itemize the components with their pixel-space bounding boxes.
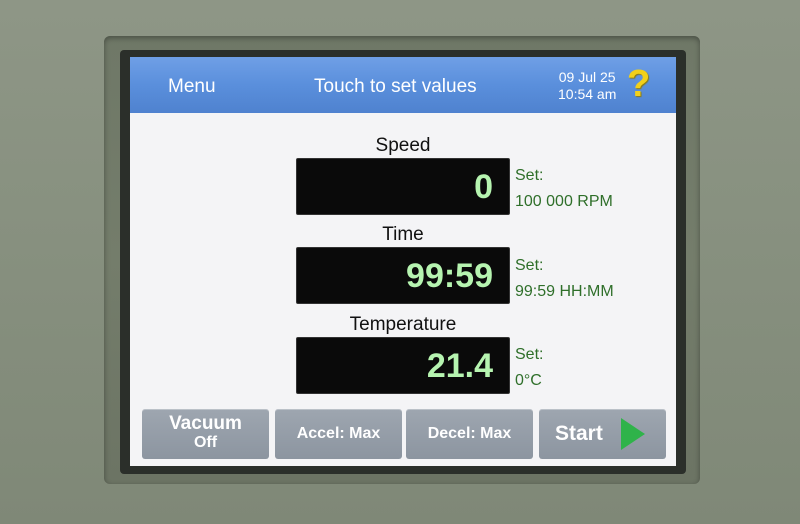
decel-button[interactable]: Decel: Max [406, 409, 533, 459]
temperature-label: Temperature [349, 314, 457, 335]
time-label: Time [382, 224, 424, 245]
time-set: Set: 99:59 HH:MM [515, 253, 614, 305]
play-arrow-icon [621, 418, 645, 450]
time-text: 10:54 am [558, 86, 617, 102]
header-bar: Menu Touch to set values 09 Jul 25 10:54… [130, 57, 676, 113]
start-button[interactable]: Start [539, 409, 666, 459]
help-icon[interactable]: ? [627, 63, 650, 106]
header-subtitle: Touch to set values [314, 76, 477, 97]
temperature-set-value: 0°C [515, 372, 542, 389]
speed-readout[interactable]: 0 [296, 158, 510, 215]
temperature-set-label: Set: [515, 346, 544, 363]
speed-set-label: Set: [515, 167, 544, 184]
accel-button[interactable]: Accel: Max [275, 409, 402, 459]
temperature-readout[interactable]: 21.4 [296, 337, 510, 394]
temperature-set: Set: 0°C [515, 342, 543, 394]
touch-screen: Menu Touch to set values 09 Jul 25 10:54… [130, 57, 676, 466]
menu-button[interactable]: Menu [168, 76, 216, 98]
decel-label: Decel: Max [427, 425, 512, 442]
accel-label: Accel: Max [296, 425, 381, 442]
speed-set: Set: 100 000 RPM [515, 163, 613, 215]
time-set-label: Set: [515, 257, 544, 274]
speed-set-value: 100 000 RPM [515, 193, 613, 210]
time-readout[interactable]: 99:59 [296, 247, 510, 304]
datetime: 09 Jul 25 10:54 am [558, 69, 616, 103]
vacuum-state: Off [193, 434, 218, 451]
vacuum-button[interactable]: Vacuum Off [142, 409, 269, 459]
date-text: 09 Jul 25 [558, 69, 616, 85]
start-label: Start [555, 422, 603, 445]
time-set-value: 99:59 HH:MM [515, 283, 614, 300]
speed-label: Speed [375, 135, 431, 156]
vacuum-label: Vacuum [169, 413, 242, 434]
